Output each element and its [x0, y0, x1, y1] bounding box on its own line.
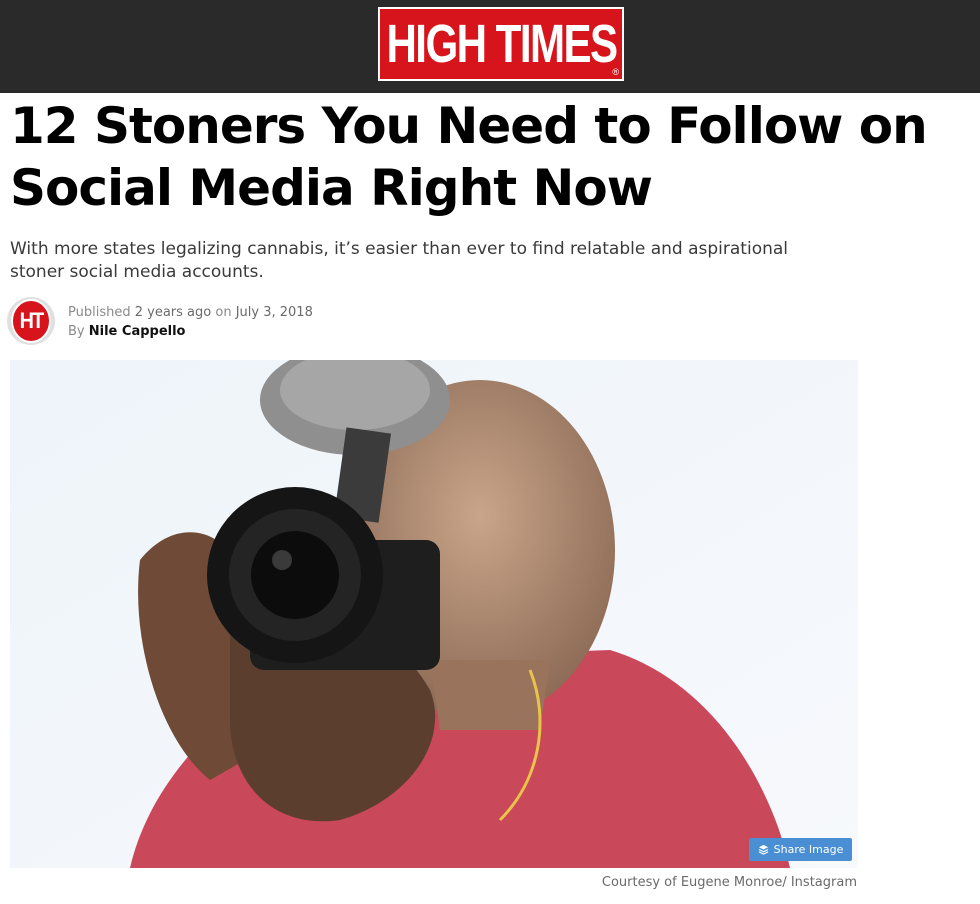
publish-line: Published 2 years ago on July 3, 2018: [68, 303, 313, 322]
published-relative: 2 years ago: [134, 305, 212, 320]
hero-photo: [10, 360, 858, 868]
author-avatar[interactable]: HT: [7, 297, 55, 345]
logo-text: HIGH TIMES: [385, 14, 618, 74]
site-header: HIGH TIMES ®: [0, 0, 980, 93]
layers-icon: [758, 844, 768, 855]
article-subtitle: With more states legalizing cannabis, it…: [10, 239, 789, 282]
high-times-logo[interactable]: HIGH TIMES ®: [378, 7, 624, 81]
article-meta: Published 2 years ago on July 3, 2018 By…: [68, 303, 313, 341]
share-image-label: Share Image: [773, 843, 844, 856]
avatar-logo: HT: [11, 299, 51, 343]
hero-image: [10, 360, 858, 868]
share-image-button[interactable]: Share Image: [749, 838, 852, 861]
byline: By Nile Cappello: [68, 322, 313, 341]
published-on-label: on: [215, 305, 232, 320]
author-link[interactable]: Nile Cappello: [89, 324, 186, 339]
published-label: Published: [68, 305, 131, 320]
registered-mark: ®: [612, 67, 619, 77]
by-label: By: [68, 324, 85, 339]
image-caption: Courtesy of Eugene Monroe/ Instagram: [601, 875, 857, 890]
article-title: 12 Stoners You Need to Follow on Social …: [10, 97, 928, 217]
published-date: July 3, 2018: [235, 305, 313, 320]
